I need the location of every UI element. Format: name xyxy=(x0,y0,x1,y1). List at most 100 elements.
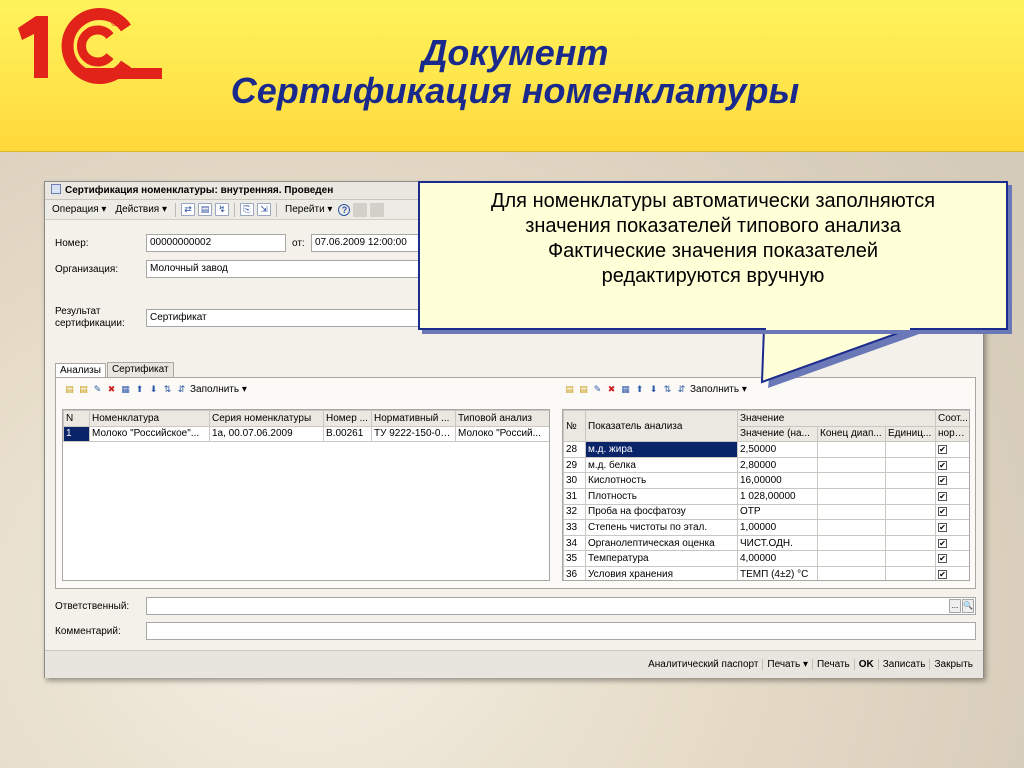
cell-normative[interactable]: ТУ 9222-150-00... xyxy=(371,425,456,443)
cell-norm[interactable]: ✔ xyxy=(935,441,969,458)
cell-range-end[interactable] xyxy=(817,503,886,521)
add-row-icon[interactable]: ▤ xyxy=(64,384,75,395)
number-field[interactable]: 00000000002 xyxy=(146,234,286,252)
checkbox-checked-icon[interactable]: ✔ xyxy=(938,460,947,470)
cell-num[interactable]: 32 xyxy=(563,503,586,521)
cell-num[interactable]: 34 xyxy=(563,534,586,552)
left-fill-button[interactable]: Заполнить ▾ xyxy=(190,384,247,395)
cell-norm[interactable]: ✔ xyxy=(935,503,969,521)
cell-indicator[interactable]: Плотность xyxy=(585,487,738,505)
cell-num[interactable]: 29 xyxy=(563,456,586,474)
checkbox-checked-icon[interactable]: ✔ xyxy=(938,554,947,564)
print-button[interactable]: Печать xyxy=(811,659,854,670)
cell-indicator[interactable]: Условия хранения xyxy=(585,565,738,580)
comment-field[interactable] xyxy=(146,622,976,640)
cell-num[interactable]: 35 xyxy=(563,550,586,567)
checkbox-checked-icon[interactable]: ✔ xyxy=(938,569,947,579)
based-on-icon[interactable]: ⎘ xyxy=(240,203,255,216)
delete-row-icon[interactable]: ✖ xyxy=(606,384,617,395)
col-range-end[interactable]: Конец диап... xyxy=(817,425,886,443)
organization-field[interactable]: Молочный завод xyxy=(146,260,419,278)
enter-based-icon[interactable]: ⇲ xyxy=(257,203,272,216)
col-n[interactable]: N xyxy=(63,410,90,427)
cell-num[interactable]: 33 xyxy=(563,519,586,536)
col-unit[interactable]: Единиц... xyxy=(885,425,936,443)
responsible-open-icon[interactable]: 🔍 xyxy=(962,599,974,613)
responsible-field[interactable] xyxy=(146,597,976,615)
cell-typical-analysis[interactable]: Молоко "Россий... xyxy=(455,425,549,443)
col-indicator[interactable]: Показатель анализа xyxy=(585,410,738,443)
cell-unit[interactable] xyxy=(885,519,936,536)
cell-norm[interactable]: ✔ xyxy=(935,534,969,552)
col-norm-top[interactable]: Соот... xyxy=(935,410,969,427)
structure-icon[interactable]: ▤ xyxy=(198,203,213,216)
analytic-passport-button[interactable]: Аналитический паспорт xyxy=(644,659,762,670)
cell-value[interactable]: ЧИСТ.ОДН. xyxy=(737,534,818,552)
cell-unit[interactable] xyxy=(885,472,936,489)
cell-range-end[interactable] xyxy=(817,534,886,552)
cell-unit[interactable] xyxy=(885,456,936,474)
cell-unit[interactable] xyxy=(885,550,936,567)
col-series[interactable]: Серия номенклатуры xyxy=(209,410,324,427)
result-field[interactable]: Сертификат xyxy=(146,309,419,327)
checkbox-checked-icon[interactable]: ✔ xyxy=(938,507,947,517)
cell-range-end[interactable] xyxy=(817,472,886,489)
close-button[interactable]: Закрыть xyxy=(929,659,977,670)
cell-unit[interactable] xyxy=(885,565,936,580)
move-down-icon[interactable]: ⬇ xyxy=(148,384,159,395)
help-icon[interactable]: ? xyxy=(338,203,351,216)
save-button[interactable]: Записать xyxy=(877,659,930,670)
col-num[interactable]: № xyxy=(563,410,586,443)
cell-norm[interactable]: ✔ xyxy=(935,487,969,505)
cell-num[interactable]: 36 xyxy=(563,565,586,580)
move-up-icon[interactable]: ⬆ xyxy=(134,384,145,395)
end-edit-icon[interactable]: ▦ xyxy=(620,384,631,395)
edit-row-icon[interactable]: ✎ xyxy=(592,384,603,395)
cell-series[interactable]: 1а, 00.07.06.2009 xyxy=(209,425,324,443)
checkbox-checked-icon[interactable]: ✔ xyxy=(938,476,947,486)
cell-norm[interactable]: ✔ xyxy=(935,519,969,536)
cell-unit[interactable] xyxy=(885,487,936,505)
cell-range-end[interactable] xyxy=(817,487,886,505)
table-row[interactable]: 33 Степень чистоты по этал. 1,00000 ✔ xyxy=(563,519,969,536)
cell-indicator[interactable]: Органолептическая оценка xyxy=(585,534,738,552)
checkbox-checked-icon[interactable]: ✔ xyxy=(938,538,947,548)
cell-value[interactable]: 4,00000 xyxy=(737,550,818,567)
checkbox-checked-icon[interactable]: ✔ xyxy=(938,522,947,532)
cell-unit[interactable] xyxy=(885,534,936,552)
cell-number[interactable]: В.00261 xyxy=(323,425,372,443)
cell-indicator[interactable]: Степень чистоты по этал. xyxy=(585,519,738,536)
cell-num[interactable]: 28 xyxy=(563,441,586,458)
sort-desc-icon[interactable]: ⇵ xyxy=(176,384,187,395)
table-row[interactable]: 34 Органолептическая оценка ЧИСТ.ОДН. ✔ xyxy=(563,534,969,552)
checkbox-checked-icon[interactable]: ✔ xyxy=(938,444,947,454)
cell-range-end[interactable] xyxy=(817,456,886,474)
cell-num[interactable]: 30 xyxy=(563,472,586,489)
add-row-icon[interactable]: ▤ xyxy=(564,384,575,395)
goto-menu[interactable]: Перейти ▾ xyxy=(282,204,335,215)
cell-norm[interactable]: ✔ xyxy=(935,550,969,567)
tab-certificate[interactable]: Сертификат xyxy=(106,362,174,378)
cell-indicator[interactable]: м.д. жира xyxy=(585,441,738,458)
table-row[interactable]: 29 м.д. белка 2,80000 ✔ xyxy=(563,456,969,474)
operation-menu[interactable]: Операция ▾ xyxy=(49,204,109,215)
col-value-sub[interactable]: Значение (на... xyxy=(737,425,818,443)
responsible-select-button[interactable]: ... xyxy=(949,599,961,613)
table-row[interactable]: 1 Молоко "Российское"... 1а, 00.07.06.20… xyxy=(63,425,549,443)
edit-row-icon[interactable]: ✎ xyxy=(92,384,103,395)
sort-asc-icon[interactable]: ⇅ xyxy=(662,384,673,395)
move-down-icon[interactable]: ⬇ xyxy=(648,384,659,395)
col-typical-analysis[interactable]: Типовой анализ xyxy=(455,410,549,427)
cell-indicator[interactable]: Температура xyxy=(585,550,738,567)
table-row[interactable]: 35 Температура 4,00000 ✔ xyxy=(563,550,969,567)
cell-unit[interactable] xyxy=(885,503,936,521)
cell-value[interactable]: ТЕМП (4±2) °С xyxy=(737,565,818,580)
print-menu-button[interactable]: Печать ▾ xyxy=(762,659,812,670)
cell-range-end[interactable] xyxy=(817,550,886,567)
sort-desc-icon[interactable]: ⇵ xyxy=(676,384,687,395)
table-row[interactable]: 30 Кислотность 16,00000 ✔ xyxy=(563,472,969,489)
cell-nomenclature[interactable]: Молоко "Российское"... xyxy=(89,425,210,443)
delete-row-icon[interactable]: ✖ xyxy=(106,384,117,395)
cell-norm[interactable]: ✔ xyxy=(935,456,969,474)
table-row[interactable]: 32 Проба на фосфатозу ОТР ✔ xyxy=(563,503,969,521)
